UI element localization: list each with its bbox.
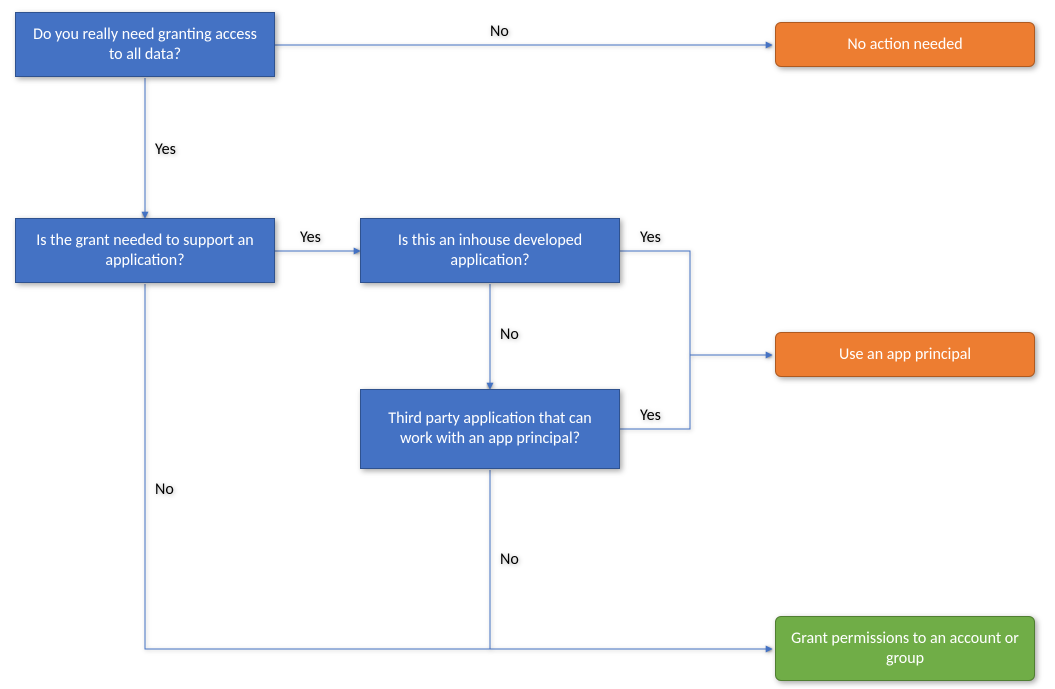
terminal-app-principal-label: Use an app principal: [839, 345, 971, 365]
edge-label-q3-no: No: [500, 325, 519, 344]
edge-label-q1-yes: Yes: [155, 140, 176, 159]
decision-q1-label: Do you really need granting access to al…: [26, 25, 264, 65]
decision-q4: Third party application that can work wi…: [360, 389, 620, 469]
edge-label-q2-yes: Yes: [300, 228, 321, 247]
edge-label-q1-no: No: [490, 22, 509, 41]
terminal-no-action: No action needed: [775, 22, 1035, 67]
terminal-grant-account: Grant permissions to an account or group: [775, 616, 1035, 681]
terminal-no-action-label: No action needed: [847, 35, 962, 55]
decision-q2: Is the grant needed to support an applic…: [15, 218, 275, 283]
terminal-app-principal: Use an app principal: [775, 332, 1035, 377]
terminal-grant-account-label: Grant permissions to an account or group: [786, 629, 1024, 669]
decision-q4-label: Third party application that can work wi…: [371, 409, 609, 449]
decision-q3: Is this an inhouse developed application…: [360, 218, 620, 283]
flowchart-canvas: Do you really need granting access to al…: [0, 0, 1055, 689]
edge-label-q3-yes: Yes: [640, 228, 661, 247]
edge-label-q2-no: No: [155, 480, 174, 499]
decision-q1: Do you really need granting access to al…: [15, 12, 275, 77]
decision-q3-label: Is this an inhouse developed application…: [371, 231, 609, 271]
decision-q2-label: Is the grant needed to support an applic…: [26, 231, 264, 271]
edge-label-q4-no: No: [500, 550, 519, 569]
edge-label-q4-yes: Yes: [640, 406, 661, 425]
